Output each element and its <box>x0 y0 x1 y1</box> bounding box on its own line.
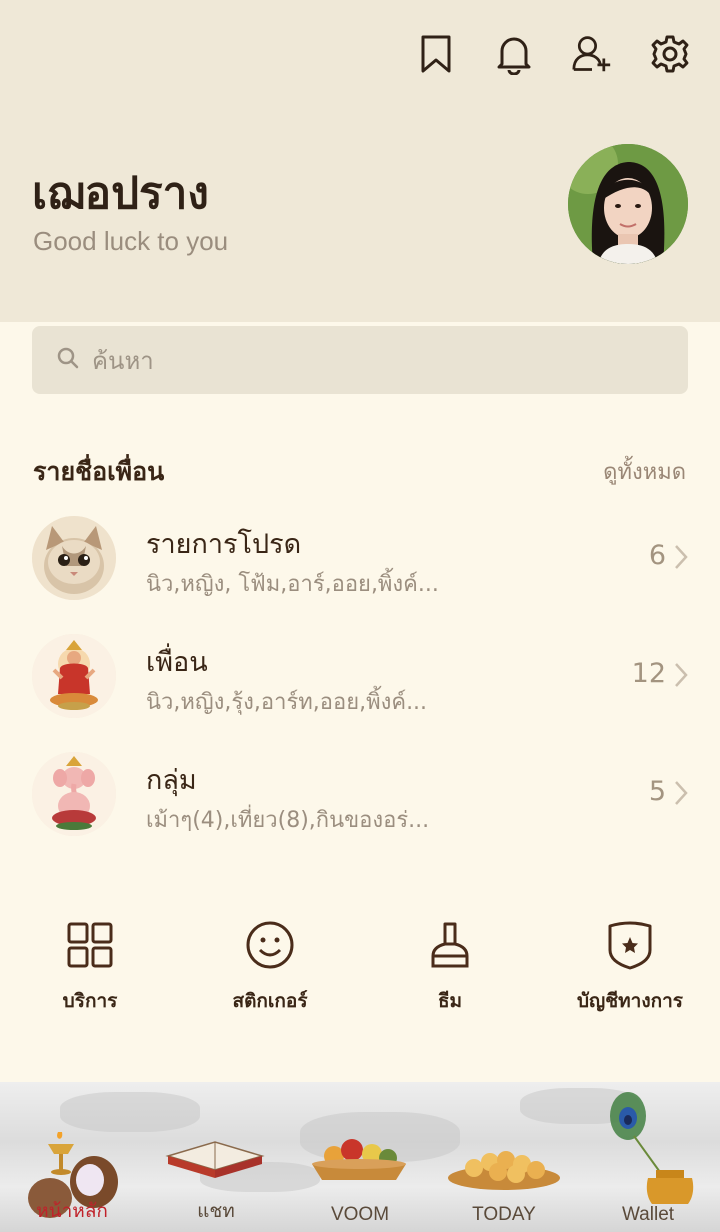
stickers-label: สติกเกอร์ <box>232 990 308 1012</box>
fruit-tray-icon <box>304 1134 414 1198</box>
chevron-right-icon <box>674 544 688 574</box>
peacock-feather-vase-icon <box>600 1086 700 1220</box>
cat-thumbnail <box>32 516 116 600</box>
official-accounts-button[interactable]: บัญชีทางการ <box>540 920 720 1016</box>
see-all-link[interactable]: ดูทั้งหมด <box>603 454 686 489</box>
official-accounts-label: บัญชีทางการ <box>577 990 683 1012</box>
list-item-subtitle: นิว,หญิง, โฟ้ม,อาร์,ออย,พิ้งค์... <box>146 572 439 597</box>
ganesha-thumbnail <box>32 752 116 836</box>
settings-icon[interactable] <box>650 30 690 78</box>
smile-icon <box>245 921 295 974</box>
chevron-right-icon <box>674 780 688 810</box>
shield-star-icon <box>605 921 655 974</box>
tab-chat[interactable]: แชท <box>144 1196 288 1226</box>
list-item-subtitle: นิว,หญิง,รุ้ง,อาร์ท,ออย,พิ้งค์... <box>146 690 428 715</box>
search-icon <box>56 346 80 374</box>
themes-label: ธีม <box>437 990 463 1012</box>
list-item-subtitle: เม้าๆ(4),เที่ยว(8),กินของอร่... <box>146 808 430 833</box>
services-button[interactable]: บริการ <box>0 920 180 1016</box>
list-item-friends[interactable]: เพื่อน นิว,หญิง,รุ้ง,อาร์ท,ออย,พิ้งค์...… <box>0 634 720 734</box>
chevron-right-icon <box>674 662 688 692</box>
tab-wallet[interactable]: Wallet <box>576 1204 720 1226</box>
snack-plate-icon <box>444 1138 564 1198</box>
status-message[interactable]: Good luck to you <box>33 226 228 257</box>
list-item-favorites[interactable]: รายการโปรด นิว,หญิง, โฟ้ม,อาร์,ออย,พิ้งค… <box>0 516 720 616</box>
list-item-title: รายการโปรด <box>146 529 302 560</box>
stickers-button[interactable]: สติกเกอร์ <box>180 920 360 1016</box>
bookmark-icon[interactable] <box>416 30 456 78</box>
brush-icon <box>425 922 475 974</box>
book-icon <box>160 1126 270 1190</box>
quick-actions: บริการ สติกเกอร์ ธีม บัญชีทางการ <box>0 920 720 1040</box>
bottom-tab-bar: หน้าหลัก แชท VOOM TODAY Wallet <box>0 1082 720 1232</box>
add-friend-icon[interactable] <box>572 30 612 78</box>
search-placeholder: ค้นหา <box>92 346 154 375</box>
list-item-count: 12 <box>631 658 666 689</box>
tab-home[interactable]: หน้าหลัก <box>0 1196 144 1226</box>
tab-today[interactable]: TODAY <box>432 1204 576 1226</box>
list-item-title: กลุ่ม <box>146 765 197 796</box>
list-item-title: เพื่อน <box>146 647 208 678</box>
tab-voom[interactable]: VOOM <box>288 1204 432 1226</box>
list-item-groups[interactable]: กลุ่ม เม้าๆ(4),เที่ยว(8),กินของอร่... 5 <box>0 752 720 852</box>
grid-icon <box>65 922 115 974</box>
list-item-count: 6 <box>648 540 666 571</box>
header-icons <box>416 30 690 78</box>
profile-header: เฌอปราง Good luck to you <box>0 0 720 322</box>
services-label: บริการ <box>62 990 118 1012</box>
friends-section-title: รายชื่อเพื่อน <box>33 457 165 486</box>
search-bar[interactable]: ค้นหา <box>32 326 688 394</box>
avatar[interactable] <box>568 144 688 264</box>
deity-thumbnail <box>32 634 116 718</box>
themes-button[interactable]: ธีม <box>360 920 540 1016</box>
bell-icon[interactable] <box>494 30 534 78</box>
list-item-count: 5 <box>648 776 666 807</box>
profile-name[interactable]: เฌอปราง <box>32 158 209 228</box>
